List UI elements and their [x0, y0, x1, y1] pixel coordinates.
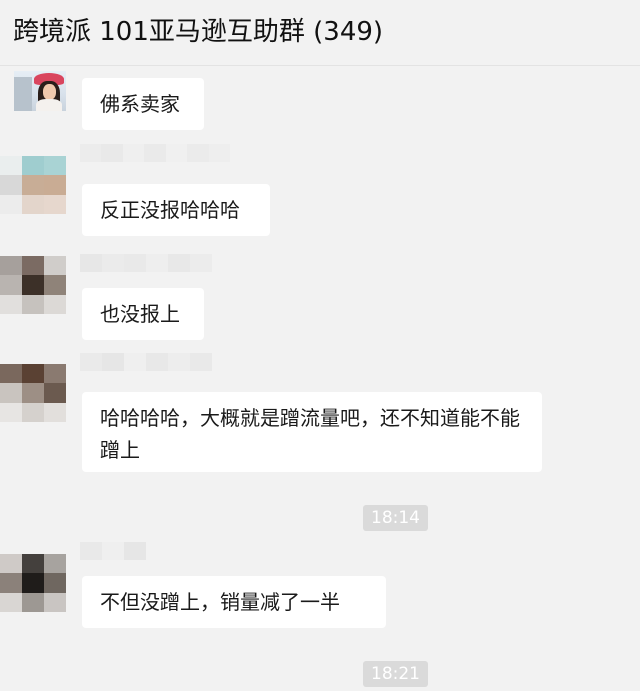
message-list[interactable]: 佛系卖家 反正没报哈哈哈 也没报上 哈哈哈哈，大概就是蹭流量吧，还不知道能不能蹭… — [0, 66, 640, 691]
chat-header: 跨境派 101亚马逊互助群 (349) — [0, 0, 640, 66]
message-text: 不但没蹭上，销量减了一半 — [100, 590, 340, 614]
timestamp: 18:21 — [363, 661, 428, 687]
message-text: 反正没报哈哈哈 — [100, 198, 240, 222]
timestamp: 18:14 — [363, 505, 428, 531]
blurred-avatar-icon[interactable] — [0, 256, 66, 314]
user-photo-avatar-icon[interactable] — [14, 71, 66, 111]
blurred-avatar-icon[interactable] — [0, 554, 66, 612]
message-text: 佛系卖家 — [100, 92, 180, 116]
blurred-avatar-icon[interactable] — [0, 364, 66, 422]
sender-name — [80, 542, 146, 560]
message-bubble[interactable]: 也没报上 — [82, 288, 204, 340]
sender-name — [80, 254, 212, 272]
sender-name — [80, 144, 230, 162]
message-bubble[interactable]: 哈哈哈哈，大概就是蹭流量吧，还不知道能不能蹭上 — [82, 392, 542, 472]
blurred-avatar-icon[interactable] — [0, 156, 66, 214]
chat-title: 跨境派 101亚马逊互助群 (349) — [13, 17, 384, 47]
message-bubble[interactable]: 反正没报哈哈哈 — [82, 184, 270, 236]
message-bubble[interactable]: 佛系卖家 — [82, 78, 204, 130]
message-text: 也没报上 — [100, 302, 180, 326]
message-text: 哈哈哈哈，大概就是蹭流量吧，还不知道能不能蹭上 — [100, 406, 520, 462]
message-bubble[interactable]: 不但没蹭上，销量减了一半 — [82, 576, 386, 628]
sender-name — [80, 353, 212, 371]
